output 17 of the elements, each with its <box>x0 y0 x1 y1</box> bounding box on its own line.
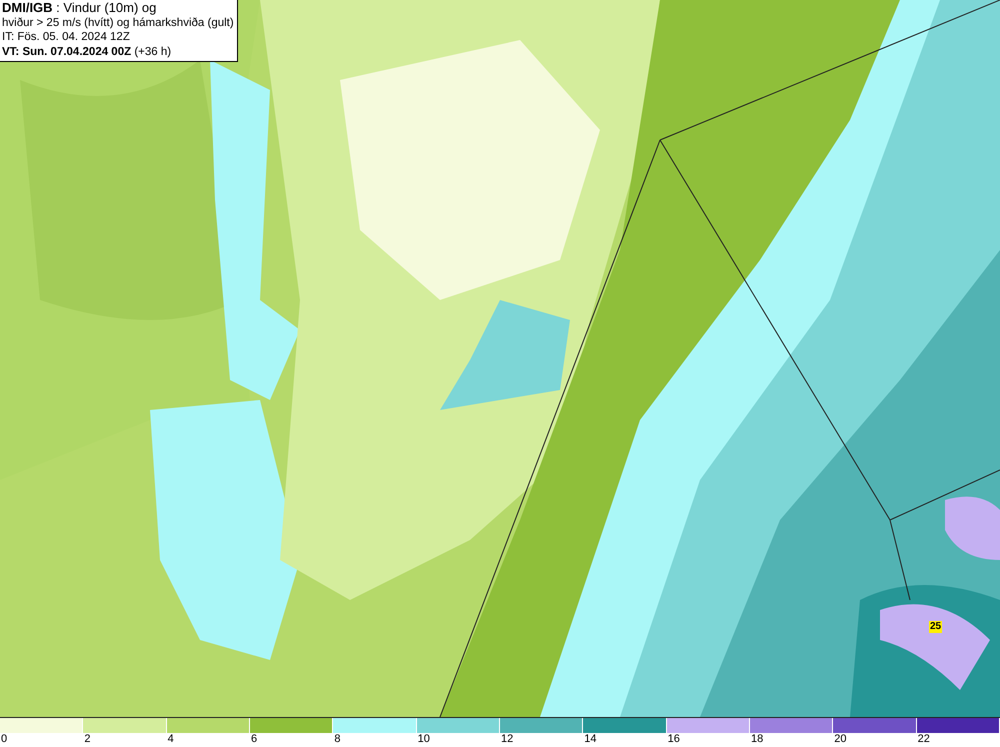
legend-label: 14 <box>583 733 597 745</box>
map-subtitle: hviður > 25 m/s (hvítt) og hámarkshviða (gult) <box>2 16 234 30</box>
issue-time: IT: Fös. 05. 04. 2024 12Z <box>2 30 131 44</box>
legend-label: 4 <box>166 733 174 745</box>
legend-label: 18 <box>750 733 764 745</box>
gust-value-marker: 25 <box>929 621 942 633</box>
legend-label: 8 <box>333 733 340 745</box>
legend-label: 16 <box>666 733 680 745</box>
legend-label: 12 <box>500 733 514 745</box>
valid-time: VT: Sun. 07.04.2024 00Z (+36 h) <box>2 44 172 59</box>
map-title: DMI/IGB : Vindur (10m) og <box>2 1 158 16</box>
legend-label: 0 <box>0 733 8 745</box>
legend-label: 22 <box>916 733 930 745</box>
legend-label: 6 <box>250 733 258 745</box>
legend-label: 20 <box>833 733 847 745</box>
legend-label: 10 <box>416 733 430 745</box>
legend-label: 2 <box>83 733 90 745</box>
